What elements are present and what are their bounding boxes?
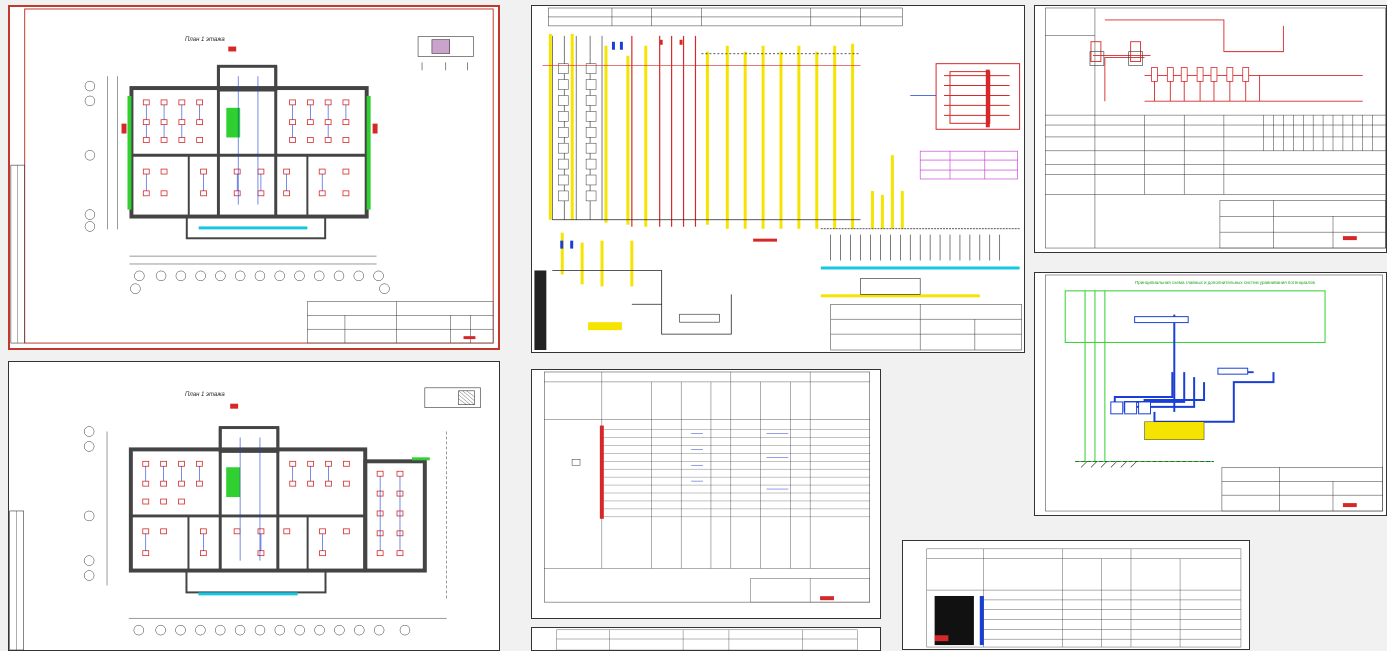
sheet-cable-table-2[interactable] bbox=[531, 627, 881, 651]
sheet-panel-schedule[interactable] bbox=[1034, 5, 1387, 253]
sheet-single-line-diagram[interactable] bbox=[531, 5, 1025, 353]
panel-schedule-drawing bbox=[1045, 7, 1386, 249]
cable-table-drawing-3 bbox=[926, 548, 1242, 648]
cable-table-drawing-2 bbox=[556, 629, 858, 650]
floor-plan-drawing-1 bbox=[10, 8, 494, 344]
sheet-plan-2[interactable]: План 1 этажа bbox=[8, 361, 500, 651]
equipotential-scheme-title: Принципиальная схема главных и дополните… bbox=[1135, 280, 1315, 285]
plan-1-title: План 1 этажа bbox=[185, 37, 225, 43]
sheet-equipotential-scheme[interactable]: Принципиальная схема главных и дополните… bbox=[1034, 272, 1387, 516]
plan-2-title: План 1 этажа bbox=[185, 392, 225, 398]
single-line-diagram-drawing bbox=[534, 7, 1022, 351]
floor-plan-drawing-2 bbox=[9, 387, 481, 650]
sheet-cable-table-1[interactable] bbox=[531, 369, 881, 619]
sheet-cable-table-3[interactable] bbox=[902, 540, 1250, 650]
cable-table-drawing-1 bbox=[544, 371, 870, 603]
equipotential-scheme-drawing bbox=[1045, 274, 1383, 512]
sheet-plan-1[interactable]: План 1 этажа bbox=[8, 5, 500, 350]
